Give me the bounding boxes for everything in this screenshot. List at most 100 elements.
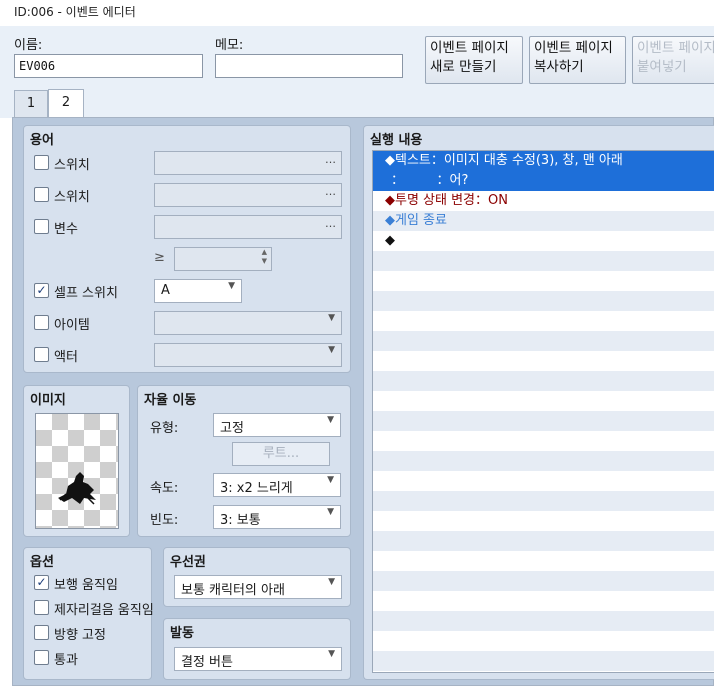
conditions-title: 용어 xyxy=(30,133,54,148)
variable-checkbox[interactable] xyxy=(34,219,49,234)
speed-value: 3: x2 느리게 xyxy=(220,481,293,496)
chevron-down-icon: ▼ xyxy=(228,281,235,291)
new-page-line2: 새로 만들기 xyxy=(430,59,497,75)
speed-select[interactable]: 3: x2 느리게 ▼ xyxy=(213,473,341,497)
more-icon: … xyxy=(325,153,336,166)
route-button[interactable]: 루트... xyxy=(232,442,330,466)
walking-anim-label: 보행 움직임 xyxy=(54,578,118,593)
switch1-checkbox[interactable] xyxy=(34,155,49,170)
options-panel: 옵션 ✓ 보행 움직임 제자리걸음 움직임 방향 고정 통과 xyxy=(23,547,154,680)
name-label: 이름: xyxy=(14,38,43,53)
command-line[interactable]: ◆ xyxy=(373,231,714,251)
tab-page-1[interactable]: 1 xyxy=(14,90,48,118)
chevron-down-icon: ▼ xyxy=(328,313,335,323)
chevron-down-icon: ▼ xyxy=(327,415,334,425)
through-checkbox[interactable] xyxy=(34,650,49,665)
autonomous-movement-panel: 자율 이동 유형: 고정 ▼ 루트... 속도: 3: x2 느리게 ▼ 빈도:… xyxy=(137,385,351,537)
switch1-selector[interactable]: … xyxy=(154,151,342,175)
options-title: 옵션 xyxy=(30,555,54,570)
more-icon: … xyxy=(325,185,336,198)
image-panel: 이미지 xyxy=(23,385,130,537)
trigger-select[interactable]: 결정 버튼 ▼ xyxy=(174,647,342,671)
copy-event-page-button[interactable]: 이벤트 페이지 복사하기 xyxy=(529,36,626,84)
trigger-title: 발동 xyxy=(170,626,194,641)
priority-select[interactable]: 보통 캐릭터의 아래 ▼ xyxy=(174,575,342,599)
trigger-panel: 발동 결정 버튼 ▼ xyxy=(163,618,351,680)
ge-symbol: ≥ xyxy=(154,250,165,265)
new-event-page-button[interactable]: 이벤트 페이지 새로 만들기 xyxy=(425,36,523,84)
window-title: ID:006 - 이벤트 에디터 xyxy=(14,5,136,19)
move-type-value: 고정 xyxy=(220,421,244,436)
stepping-anim-checkbox[interactable] xyxy=(34,600,49,615)
command-line[interactable]: ◆게임 종료 xyxy=(373,211,714,231)
item-select[interactable]: ▼ xyxy=(154,311,342,335)
autonomous-title: 자율 이동 xyxy=(144,393,197,408)
through-label: 통과 xyxy=(54,653,78,668)
tab-page-2[interactable]: 2 xyxy=(48,89,84,118)
paste-page-line1: 이벤트 페이지 xyxy=(637,40,714,56)
more-icon: … xyxy=(325,217,336,230)
contents-panel: 실행 내용 ◆텍스트：이미지 대충 수정(3), 창, 맨 아래 ： ：어? ◆… xyxy=(363,125,714,680)
self-switch-select[interactable]: A ▼ xyxy=(154,279,242,303)
contents-title: 실행 내용 xyxy=(370,133,423,148)
priority-value: 보통 캐릭터의 아래 xyxy=(181,583,285,598)
move-type-label: 유형: xyxy=(150,421,179,436)
page-body: 용어 스위치 … 스위치 … 변수 … ≥ ▲ ▼ ✓ 셀프 스위치 A ▼ 아이… xyxy=(12,117,714,686)
move-type-select[interactable]: 고정 ▼ xyxy=(213,413,341,437)
chevron-down-icon: ▼ xyxy=(328,649,335,659)
memo-input[interactable] xyxy=(215,54,403,78)
character-sprite-icon xyxy=(58,472,96,505)
frequency-label: 빈도: xyxy=(150,513,179,528)
chevron-down-icon: ▼ xyxy=(327,475,334,485)
chevron-down-icon: ▼ xyxy=(328,577,335,587)
command-text: ◆ xyxy=(385,233,395,248)
copy-page-line1: 이벤트 페이지 xyxy=(534,40,613,56)
trigger-value: 결정 버튼 xyxy=(181,655,233,670)
command-list[interactable]: ◆텍스트：이미지 대충 수정(3), 창, 맨 아래 ： ：어? ◆투명 상태 … xyxy=(372,150,714,673)
new-page-line1: 이벤트 페이지 xyxy=(430,40,509,56)
priority-title: 우선권 xyxy=(170,555,206,570)
stepping-anim-label: 제자리걸음 움직임 xyxy=(54,603,154,618)
item-checkbox[interactable] xyxy=(34,315,49,330)
frequency-value: 3: 보통 xyxy=(220,513,261,528)
paste-page-line2: 붙여넣기 xyxy=(637,59,687,75)
image-title: 이미지 xyxy=(30,393,66,408)
switch2-checkbox[interactable] xyxy=(34,187,49,202)
image-preview[interactable] xyxy=(35,413,119,529)
command-line[interactable]: ◆텍스트：이미지 대충 수정(3), 창, 맨 아래 xyxy=(373,151,714,171)
switch1-label: 스위치 xyxy=(54,158,90,173)
actor-label: 액터 xyxy=(54,350,78,365)
self-switch-checkbox[interactable]: ✓ xyxy=(34,283,49,298)
command-text: ◆투명 상태 변경：ON xyxy=(385,193,508,208)
variable-selector[interactable]: … xyxy=(154,215,342,239)
command-line[interactable]: ◆투명 상태 변경：ON xyxy=(373,191,714,211)
command-text: ◆게임 종료 xyxy=(385,213,447,228)
actor-select[interactable]: ▼ xyxy=(154,343,342,367)
speed-label: 속도: xyxy=(150,481,179,496)
switch2-selector[interactable]: … xyxy=(154,183,342,207)
stepper-arrows-icon: ▲ ▼ xyxy=(261,248,267,265)
command-line[interactable]: ： ：어? xyxy=(373,171,714,191)
walking-anim-checkbox[interactable]: ✓ xyxy=(34,575,49,590)
self-switch-label: 셀프 스위치 xyxy=(54,286,118,301)
name-input[interactable] xyxy=(14,54,203,78)
copy-page-line2: 복사하기 xyxy=(534,59,584,75)
command-text: ◆텍스트：이미지 대충 수정(3), 창, 맨 아래 xyxy=(385,153,623,168)
paste-event-page-button[interactable]: 이벤트 페이지 붙여넣기 xyxy=(632,36,714,84)
direction-fix-label: 방향 고정 xyxy=(54,628,106,643)
self-switch-value: A xyxy=(161,283,170,298)
direction-fix-checkbox[interactable] xyxy=(34,625,49,640)
item-label: 아이템 xyxy=(54,318,90,333)
conditions-panel: 용어 스위치 … 스위치 … 변수 … ≥ ▲ ▼ ✓ 셀프 스위치 A ▼ 아이… xyxy=(23,125,351,373)
variable-value-stepper[interactable]: ▲ ▼ xyxy=(174,247,272,271)
page-tabs: 1 2 xyxy=(0,89,714,118)
variable-label: 변수 xyxy=(54,222,78,237)
frequency-select[interactable]: 3: 보통 ▼ xyxy=(213,505,341,529)
chevron-down-icon: ▼ xyxy=(328,345,335,355)
title-bar: ID:006 - 이벤트 에디터 xyxy=(0,0,714,26)
actor-checkbox[interactable] xyxy=(34,347,49,362)
command-text: ： ：어? xyxy=(391,173,469,188)
memo-label: 메모: xyxy=(215,38,244,53)
chevron-down-icon: ▼ xyxy=(327,507,334,517)
switch2-label: 스위치 xyxy=(54,190,90,205)
